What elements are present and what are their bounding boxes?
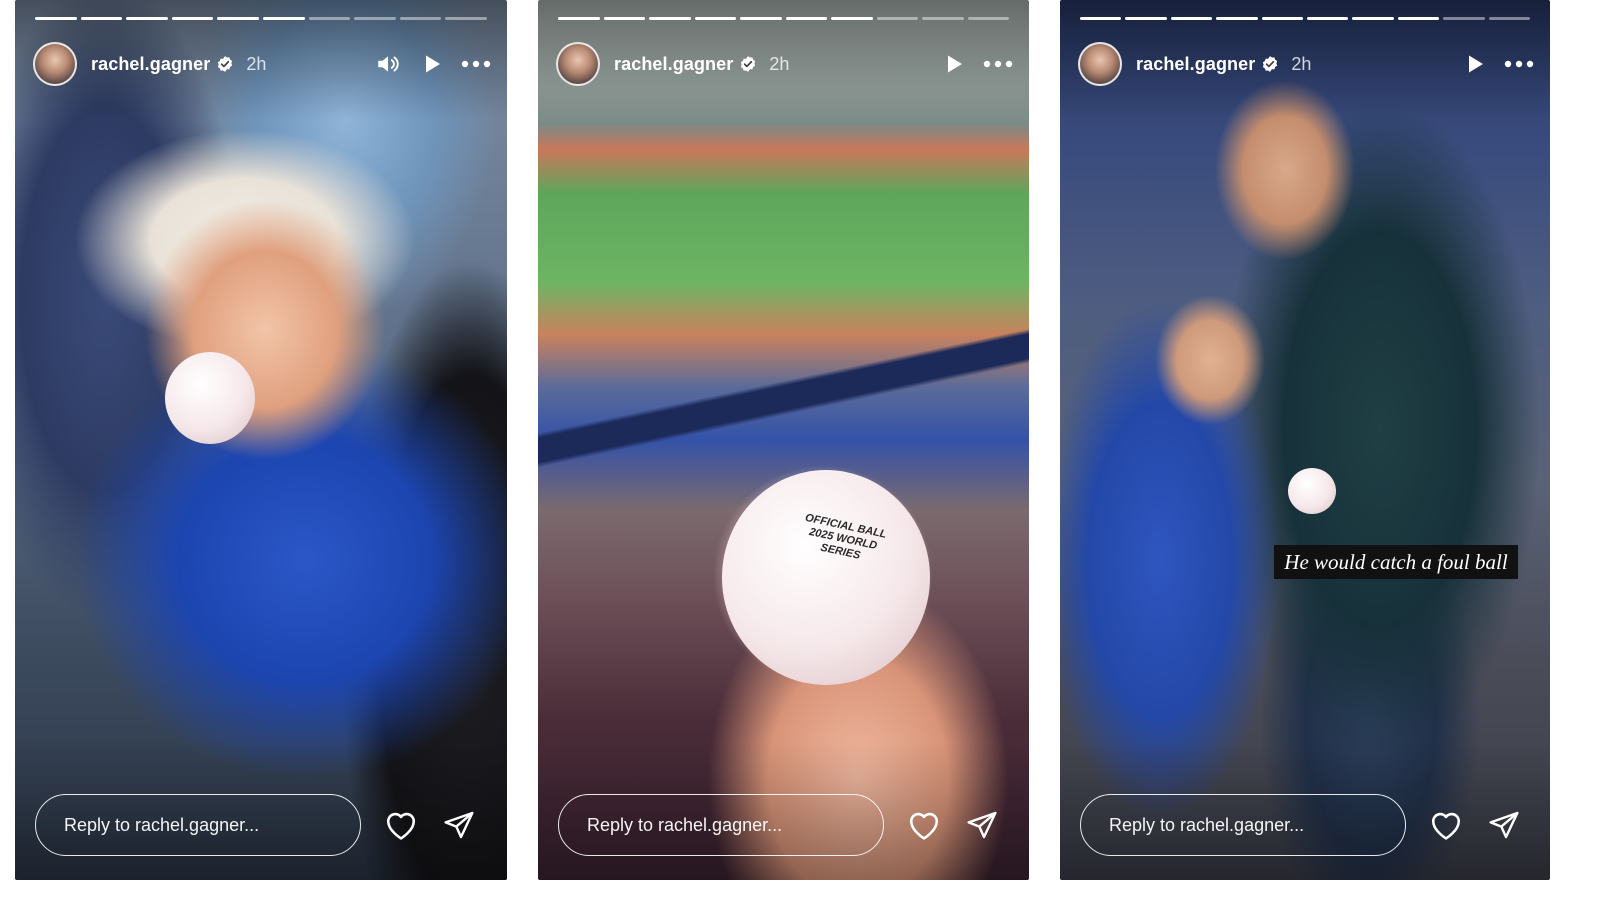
baseball (1288, 468, 1336, 514)
play-icon[interactable] (1460, 49, 1490, 79)
progress-segment (740, 17, 782, 20)
progress-segment (922, 17, 964, 20)
progress-segment (445, 17, 487, 20)
story-card-2[interactable]: rachel.gagner 2h Reply to rachel.gagner.… (538, 0, 1029, 880)
avatar[interactable] (33, 42, 77, 86)
progress-segment (1216, 17, 1258, 20)
progress-segment (1261, 17, 1304, 20)
progress-segment (1170, 17, 1213, 20)
send-icon[interactable] (1486, 807, 1522, 843)
more-dots-icon[interactable] (461, 49, 491, 79)
progress-segment (1125, 17, 1167, 20)
story-header: rachel.gagner 2h (556, 42, 1013, 86)
progress-segment (876, 17, 918, 20)
progress-segment (1352, 17, 1394, 20)
reply-input[interactable]: Reply to rachel.gagner... (1080, 794, 1406, 856)
post-time: 2h (1291, 53, 1312, 74)
reply-placeholder: Reply to rachel.gagner... (1109, 814, 1305, 835)
progress-segment (1443, 17, 1485, 20)
progress-segment (308, 17, 351, 20)
verified-badge-icon (1263, 56, 1278, 72)
username[interactable]: rachel.gagner (91, 54, 210, 75)
post-time: 2h (769, 53, 790, 74)
progress-segment (1397, 17, 1440, 20)
progress-segment (694, 17, 736, 20)
progress-segment (80, 17, 123, 20)
username[interactable]: rachel.gagner (614, 54, 733, 75)
reply-input[interactable]: Reply to rachel.gagner... (35, 794, 361, 856)
play-icon[interactable] (939, 49, 969, 79)
story-caption-sticker: He would catch a foul ball (1274, 545, 1518, 579)
progress-segment (262, 17, 305, 20)
progress-segment (217, 17, 259, 20)
progress-segment (126, 17, 168, 20)
progress-segment (354, 17, 396, 20)
avatar[interactable] (1078, 42, 1122, 86)
reply-placeholder: Reply to rachel.gagner... (587, 814, 783, 835)
heart-icon[interactable] (383, 807, 419, 843)
progress-segment (603, 17, 645, 20)
story-progress-bar (35, 17, 487, 20)
send-icon[interactable] (441, 807, 477, 843)
post-time: 2h (246, 53, 267, 74)
story-footer: Reply to rachel.gagner... (35, 794, 489, 856)
more-dots-icon[interactable] (1504, 49, 1534, 79)
progress-segment (171, 17, 214, 20)
story-progress-bar (558, 17, 1009, 20)
heart-icon[interactable] (906, 807, 942, 843)
story-footer: Reply to rachel.gagner... (1080, 794, 1532, 856)
progress-segment (35, 17, 77, 20)
progress-segment (1080, 17, 1122, 20)
story-header: rachel.gagner 2h (33, 42, 491, 86)
send-icon[interactable] (964, 807, 1000, 843)
progress-segment (785, 17, 827, 20)
progress-segment (649, 17, 691, 20)
progress-segment (967, 17, 1009, 20)
play-icon[interactable] (417, 49, 447, 79)
progress-segment (1488, 17, 1531, 20)
heart-icon[interactable] (1428, 807, 1464, 843)
baseball (165, 352, 255, 444)
story-card-1[interactable]: rachel.gagner 2h Reply to rachel.gagner.… (15, 0, 507, 880)
story-header: rachel.gagner 2h (1078, 42, 1534, 86)
avatar[interactable] (556, 42, 600, 86)
baseball-world-series (722, 470, 930, 685)
progress-segment (831, 17, 873, 20)
more-dots-icon[interactable] (983, 49, 1013, 79)
progress-segment (399, 17, 442, 20)
progress-segment (558, 17, 600, 20)
verified-badge-icon (741, 56, 756, 72)
speaker-icon[interactable] (373, 49, 403, 79)
username[interactable]: rachel.gagner (1136, 54, 1255, 75)
reply-placeholder: Reply to rachel.gagner... (64, 814, 260, 835)
story-progress-bar (1080, 17, 1531, 20)
story-footer: Reply to rachel.gagner... (558, 794, 1011, 856)
story-card-3[interactable]: rachel.gagner 2h Reply to rachel.gagner.… (1060, 0, 1550, 880)
progress-segment (1307, 17, 1349, 20)
verified-badge-icon (218, 56, 233, 72)
reply-input[interactable]: Reply to rachel.gagner... (558, 794, 884, 856)
